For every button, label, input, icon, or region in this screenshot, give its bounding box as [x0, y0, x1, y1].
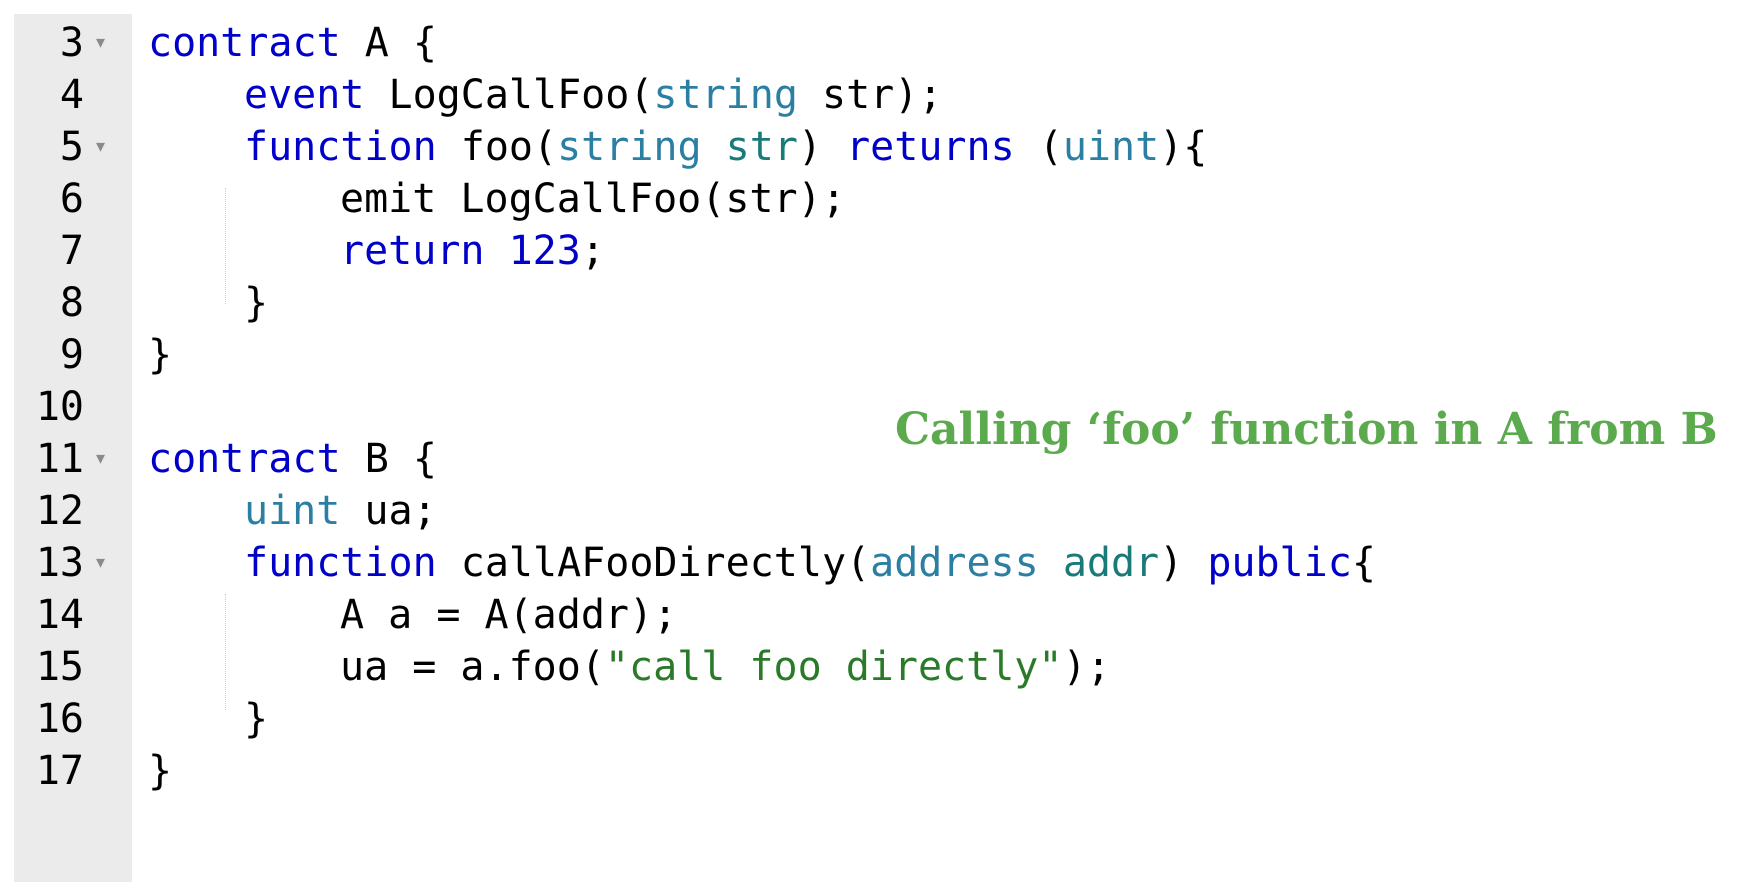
- code-token: uint: [244, 488, 341, 534]
- code-token: string: [653, 72, 798, 118]
- code-line[interactable]: 13 ▾ function callAFooDirectly(address add…: [14, 534, 1734, 592]
- code-text: function callAFooDirectly(address addr) …: [244, 534, 1376, 592]
- code-text: }: [148, 326, 172, 384]
- code-token: ua = a.foo(: [340, 644, 605, 690]
- code-token: addr: [1062, 540, 1160, 586]
- code-line[interactable]: 14 A a = A(addr);: [14, 586, 1734, 644]
- line-number: 4: [59, 72, 84, 118]
- code-token: ){: [1159, 124, 1208, 170]
- code-token: }: [244, 696, 269, 742]
- code-token: LogCallFoo(: [364, 72, 654, 118]
- line-number: 16: [35, 696, 84, 742]
- code-text: event LogCallFoo(string str);: [244, 66, 942, 124]
- line-number: 11: [35, 436, 84, 482]
- code-token: event: [244, 72, 365, 118]
- code-token: contract: [148, 20, 341, 66]
- line-number: 10: [35, 384, 84, 430]
- code-token: (: [1014, 124, 1063, 170]
- code-text: contract A {: [148, 14, 437, 72]
- code-line[interactable]: 16}: [14, 690, 1734, 748]
- code-text: contract B {: [148, 430, 437, 488]
- code-text: ua = a.foo("call foo directly");: [340, 638, 1111, 696]
- line-number: 14: [35, 592, 84, 638]
- code-token: ): [1159, 540, 1208, 586]
- code-line[interactable]: 4 event LogCallFoo(string str);: [14, 66, 1734, 124]
- code-token: uint: [1062, 124, 1160, 170]
- code-token: }: [148, 332, 173, 378]
- code-token: A {: [340, 20, 437, 66]
- code-token: string: [557, 124, 702, 170]
- code-token: function: [244, 540, 437, 586]
- indent-guide: [225, 188, 226, 304]
- line-number: 15: [35, 644, 84, 690]
- code-line[interactable]: 3 ▾ contract A {: [14, 14, 1734, 72]
- code-line[interactable]: 9}: [14, 326, 1734, 384]
- code-text: }: [148, 742, 172, 800]
- line-number: 7: [59, 228, 84, 274]
- line-number: 9: [59, 332, 84, 378]
- code-token: ;: [580, 228, 605, 274]
- code-token: function: [244, 124, 437, 170]
- code-token: str: [725, 124, 798, 170]
- fold-toggle-icon[interactable]: ▾: [96, 118, 116, 176]
- fold-toggle-icon[interactable]: ▾: [96, 14, 116, 72]
- code-token: address: [870, 540, 1039, 586]
- code-text: }: [244, 690, 268, 748]
- code-line[interactable]: 8}: [14, 274, 1734, 332]
- code-text: return 123;: [340, 222, 605, 280]
- code-token: return: [340, 228, 485, 274]
- code-text: uint ua;: [244, 482, 437, 540]
- code-line[interactable]: 15 ua = a.foo("call foo directly");: [14, 638, 1734, 696]
- code-token: 123: [508, 228, 581, 274]
- code-text: function foo(string str) returns (uint){: [244, 118, 1207, 176]
- code-token: {: [1351, 540, 1376, 586]
- line-number: 6: [59, 176, 84, 222]
- indent-guide: [225, 594, 226, 710]
- code-token: emit LogCallFoo(str);: [340, 176, 846, 222]
- code-text: }: [244, 274, 268, 332]
- code-text: emit LogCallFoo(str);: [340, 170, 846, 228]
- code-line[interactable]: 7 return 123;: [14, 222, 1734, 280]
- code-line[interactable]: 6 emit LogCallFoo(str);: [14, 170, 1734, 228]
- line-number: 5: [59, 124, 84, 170]
- line-number: 12: [35, 488, 84, 534]
- code-token: callAFooDirectly(: [436, 540, 871, 586]
- code-text: A a = A(addr);: [340, 586, 677, 644]
- code-line[interactable]: 12 uint ua;: [14, 482, 1734, 540]
- code-token: contract: [148, 436, 341, 482]
- code-token: returns: [846, 124, 1015, 170]
- code-token: A a = A(addr);: [340, 592, 678, 638]
- line-number: 8: [59, 280, 84, 326]
- line-number: 3: [59, 20, 84, 66]
- code-token: B {: [340, 436, 437, 482]
- code-line[interactable]: 5 ▾ function foo(string str) returns (uint…: [14, 118, 1734, 176]
- code-token: }: [148, 748, 173, 794]
- annotation-label: Calling ‘foo’ function in A from B: [895, 404, 1718, 455]
- code-token: public: [1207, 540, 1352, 586]
- fold-toggle-icon[interactable]: ▾: [96, 430, 116, 488]
- code-token: str);: [797, 72, 943, 118]
- fold-toggle-icon[interactable]: ▾: [96, 534, 116, 592]
- code-line[interactable]: 17}: [14, 742, 1734, 800]
- code-token: );: [1062, 644, 1111, 690]
- line-number: 17: [35, 748, 84, 794]
- code-token: "call foo directly": [604, 644, 1063, 690]
- line-number: 13: [35, 540, 84, 586]
- code-token: }: [244, 280, 269, 326]
- code-token: ua;: [340, 488, 437, 534]
- code-token: ): [797, 124, 847, 170]
- code-token: foo(: [436, 124, 558, 170]
